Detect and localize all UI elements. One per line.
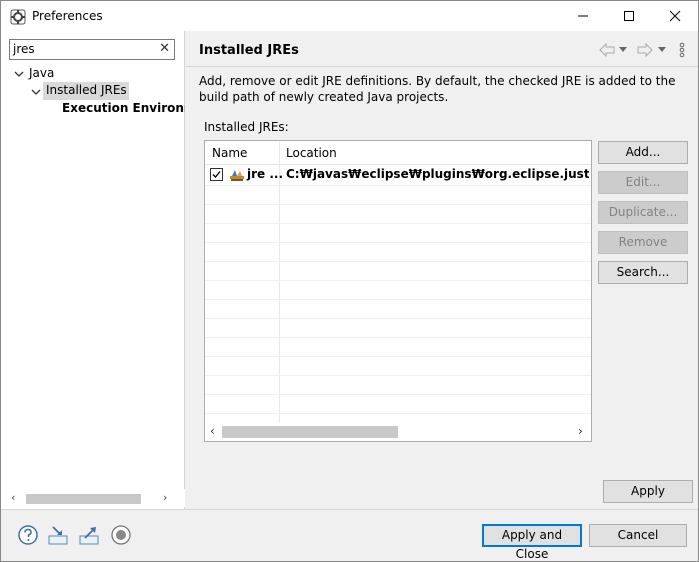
jre-location: C:₩javas₩eclipse₩plugins₩org.eclipse.jus…	[286, 167, 589, 181]
add-button[interactable]: Add...	[598, 141, 688, 164]
installed-jres-table[interactable]: Name Location jre ... C:₩javas₩eclipse₩p…	[204, 140, 592, 442]
maximize-button[interactable]	[606, 1, 652, 31]
jre-library-icon	[230, 170, 244, 181]
duplicate-button[interactable]: Duplicate...	[598, 201, 688, 224]
scroll-left-icon[interactable]: ‹	[11, 491, 15, 504]
scrollbar-thumb[interactable]	[26, 494, 141, 504]
import-icon[interactable]	[47, 524, 69, 546]
chevron-down-icon[interactable]	[31, 87, 41, 97]
preferences-window: Preferences jres ✕ Java Installed JREs E…	[0, 0, 699, 562]
help-icon[interactable]	[17, 524, 39, 546]
row-divider	[205, 299, 591, 300]
jre-default-checkbox[interactable]	[210, 168, 223, 181]
minimize-button[interactable]	[560, 1, 606, 31]
close-button[interactable]	[652, 1, 698, 31]
edit-button[interactable]: Edit...	[598, 171, 688, 194]
installed-jres-label: Installed JREs:	[204, 120, 289, 134]
jre-name: jre ...	[247, 167, 284, 181]
scroll-right-icon[interactable]: ›	[578, 424, 583, 438]
tree-item-installed-jres[interactable]: Installed JREs	[46, 83, 127, 101]
row-divider	[205, 242, 591, 243]
row-divider	[205, 280, 591, 281]
apply-and-close-button[interactable]: Apply and Close	[482, 524, 582, 561]
title-bar: Preferences	[1, 1, 698, 31]
checkmark-icon	[212, 171, 221, 178]
scrollbar-thumb[interactable]	[222, 426, 398, 438]
row-divider	[205, 318, 591, 319]
cancel-button[interactable]: Cancel	[589, 524, 687, 547]
row-divider	[205, 204, 591, 205]
row-divider	[205, 185, 591, 186]
tree-item-execution-environments[interactable]: Execution Environme	[62, 101, 185, 119]
forward-dropdown-icon[interactable]	[658, 47, 666, 53]
scroll-left-icon[interactable]: ‹	[210, 424, 215, 438]
preferences-tree-pane: jres ✕ Java Installed JREs Execution Env…	[1, 31, 185, 509]
row-divider	[205, 394, 591, 395]
forward-arrow-icon[interactable]	[637, 43, 653, 57]
column-header-location[interactable]: Location	[286, 146, 337, 160]
footer-separator	[1, 509, 698, 510]
tree-item-label: Installed JREs	[46, 83, 127, 97]
table-row[interactable]: jre ... C:₩javas₩eclipse₩plugins₩org.ecl…	[205, 166, 591, 185]
table-header: Name Location	[205, 141, 591, 165]
table-horizontal-scrollbar[interactable]: ‹ ›	[205, 423, 591, 441]
row-divider	[205, 261, 591, 262]
apply-button[interactable]: Apply	[603, 480, 693, 503]
filter-input[interactable]: jres ✕	[9, 39, 175, 60]
row-divider	[205, 337, 591, 338]
filter-input-value: jres	[13, 42, 35, 56]
eclipse-preferences-icon	[10, 9, 26, 25]
tree-horizontal-scrollbar[interactable]: ‹ ›	[1, 489, 185, 507]
chevron-down-icon[interactable]	[14, 69, 24, 79]
header-separator	[186, 66, 698, 67]
scroll-right-icon[interactable]: ›	[163, 491, 167, 504]
back-dropdown-icon[interactable]	[619, 47, 627, 53]
column-header-name[interactable]: Name	[212, 146, 247, 160]
export-icon[interactable]	[78, 524, 100, 546]
minimize-icon	[578, 15, 588, 17]
remove-button[interactable]: Remove	[598, 231, 688, 254]
maximize-icon	[624, 11, 634, 21]
page-title: Installed JREs	[199, 43, 299, 58]
clear-filter-icon[interactable]: ✕	[159, 41, 170, 56]
record-icon[interactable]	[110, 524, 132, 546]
close-icon	[669, 10, 681, 22]
tree-item-label: Execution Environme	[62, 101, 185, 115]
back-arrow-icon[interactable]	[599, 43, 615, 57]
row-divider	[205, 223, 591, 224]
row-divider	[205, 375, 591, 376]
search-button[interactable]: Search...	[598, 261, 688, 284]
page-description: Add, remove or edit JRE definitions. By …	[199, 74, 676, 104]
row-divider	[205, 413, 591, 414]
row-divider	[205, 356, 591, 357]
window-title: Preferences	[32, 9, 103, 23]
tree-item-label: Java	[29, 66, 55, 80]
view-menu-icon[interactable]	[679, 42, 685, 58]
